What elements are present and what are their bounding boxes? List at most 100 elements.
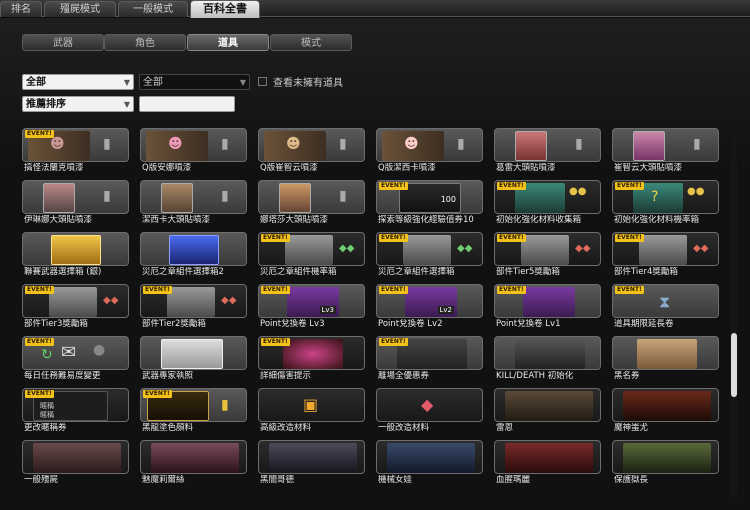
portrait-thumbnail (633, 131, 665, 161)
item-card[interactable]: ▮ EVENT! 黑龍塗色顏料 (140, 388, 247, 435)
item-card[interactable]: 一般殭屍 (22, 440, 129, 487)
blacklist-thumbnail (637, 339, 697, 369)
item-card[interactable]: ▮ 潔西卡大頭貼噴漆 (140, 180, 247, 227)
item-card[interactable]: 暱稱 暱稱 EVENT! 更改暱稱券 (22, 388, 129, 435)
item-card[interactable]: ☻ ▮ Q版潔西卡噴漆 (376, 128, 483, 175)
chevron-down-icon: ▼ (239, 78, 246, 87)
tab-encyclopedia[interactable]: 百科全書 (190, 0, 260, 18)
item-card[interactable]: EVENT! Point兌換卷 Lv1 (494, 284, 601, 331)
item-card[interactable]: 保護獄長 (612, 440, 719, 487)
tab-ranking[interactable]: 排名 (0, 1, 42, 17)
unowned-checkbox[interactable] (258, 76, 267, 86)
item-card[interactable]: 聯賽武器選擇箱 (銀) (22, 232, 129, 279)
metal-box-thumbnail (285, 235, 333, 265)
item-card[interactable]: 魔神蚩尤 (612, 388, 719, 435)
item-card[interactable]: ▮ 崔智云大頭貼噴漆 (612, 128, 719, 175)
tab-normal-mode[interactable]: 一般模式 (118, 1, 188, 17)
item-label: 機械女娃 (378, 475, 413, 485)
item-card[interactable]: ☻ ▮ EVENT! 搞怪法蘭克噴漆 (22, 128, 129, 175)
spray-can-icon: ▮ (575, 136, 583, 152)
item-label: 崔智云大頭貼噴漆 (614, 163, 683, 173)
event-badge: EVENT! (261, 338, 290, 346)
event-badge: EVENT! (25, 338, 54, 346)
item-card[interactable]: 黑名券 (612, 336, 719, 383)
item-label: Point兌換卷 Lv2 (378, 319, 443, 329)
character-icon: ☻ (404, 136, 419, 152)
item-card[interactable]: ▮ 伊琳娜大頭貼噴漆 (22, 180, 129, 227)
item-card[interactable]: ◆◆ EVENT! 部件Tier2獎勵箱 (140, 284, 247, 331)
item-label: 聯賽武器選擇箱 (銀) (24, 267, 102, 277)
item-card[interactable]: 魅魔莉爾絲 (140, 440, 247, 487)
gem-icon: ◆◆ (103, 295, 119, 306)
item-label: 初始化強化材料收集箱 (496, 215, 582, 225)
item-card[interactable]: ◆ 一般改造材料 (376, 388, 483, 435)
spray-can-icon: ▮ (457, 136, 465, 152)
show-unowned-toggle[interactable]: 查看未擁有道具 (258, 74, 343, 89)
item-card[interactable]: ▮ 娜塔莎大頭貼噴漆 (258, 180, 365, 227)
item-card[interactable]: 100 EVENT! 探索等級強化經驗值券10 (376, 180, 483, 227)
item-card[interactable]: ☻ ▮ Q版崔智云噴漆 (258, 128, 365, 175)
item-card[interactable]: ⧗ EVENT! 道具期限延長卷 (612, 284, 719, 331)
event-badge: EVENT! (143, 390, 172, 398)
subcategory-select[interactable]: 全部 ▼ (139, 74, 250, 90)
spray-can-icon: ▮ (693, 136, 701, 152)
zombie-thumbnail (505, 443, 593, 473)
item-card[interactable]: ▣ 高級改造材料 (258, 388, 365, 435)
exp-ticket-thumbnail: 100 (399, 183, 461, 213)
item-card[interactable]: EVENT! 詳細傷害提示 (258, 336, 365, 383)
item-card[interactable]: 機械女娃 (376, 440, 483, 487)
item-card[interactable]: KILL/DEATH 初始化 (494, 336, 601, 383)
item-card[interactable]: ? ●● EVENT! 初始化強化材料機率箱 (612, 180, 719, 227)
gem-icon: ◆◆ (221, 295, 237, 306)
tab-zombie-mode[interactable]: 殭屍模式 (44, 1, 116, 17)
subtab-weapons[interactable]: 武器 (22, 34, 104, 51)
item-label: 部件Tier2獎勵箱 (142, 319, 206, 329)
item-card[interactable]: ▮ 葛雷大頭貼噴漆 (494, 128, 601, 175)
item-card[interactable]: ↻ ✉ ● EVENT! 每日任務難易度變更 (22, 336, 129, 383)
item-card[interactable]: ◆◆ EVENT! 災厄之章組件選擇箱 (376, 232, 483, 279)
scrollbar-thumb[interactable] (731, 333, 737, 397)
item-card[interactable]: ☻ ▮ Q版安娜噴漆 (140, 128, 247, 175)
gold-box-thumbnail (51, 235, 101, 265)
coupon-level: Lv3 (319, 306, 336, 314)
subtab-characters[interactable]: 角色 (104, 34, 186, 51)
question-mark-icon: ? (651, 189, 659, 205)
item-label: Q版潔西卡噴漆 (378, 163, 436, 173)
item-card[interactable]: ◆◆ EVENT! 部件Tier5獎勵箱 (494, 232, 601, 279)
zombie-thumbnail (33, 443, 121, 473)
item-label: 黑名券 (614, 371, 640, 381)
subtab-modes[interactable]: 模式 (270, 34, 352, 51)
subtab-items[interactable]: 道具 (187, 34, 269, 51)
sort-select[interactable]: 推薦排序 ▼ (22, 96, 134, 112)
coin-icon: ●● (569, 186, 587, 197)
metal-box-thumbnail (639, 235, 687, 265)
item-label: 娜塔莎大頭貼噴漆 (260, 215, 329, 225)
event-badge: EVENT! (379, 338, 408, 346)
item-card[interactable]: Lv2 EVENT! Point兌換卷 Lv2 (376, 284, 483, 331)
event-badge: EVENT! (497, 286, 526, 294)
item-card[interactable]: ●● EVENT! 初始化強化材料收集箱 (494, 180, 601, 227)
hourglass-icon: ⧗ (659, 292, 671, 311)
portrait-thumbnail (279, 183, 311, 213)
event-badge: EVENT! (379, 182, 408, 190)
scrollbar-track[interactable] (731, 128, 737, 498)
item-card[interactable]: 黑闇哥德 (258, 440, 365, 487)
chevron-down-icon: ▼ (123, 100, 130, 109)
subcategory-select-value: 全部 (143, 77, 163, 88)
item-card[interactable]: ◆◆ EVENT! 部件Tier4獎勵箱 (612, 232, 719, 279)
event-badge: EVENT! (497, 234, 526, 242)
item-card[interactable]: 雷恩 (494, 388, 601, 435)
portrait-thumbnail (43, 183, 75, 213)
item-card[interactable]: 血腥瑪麗 (494, 440, 601, 487)
metal-box-thumbnail (167, 287, 215, 317)
category-select[interactable]: 全部 ▼ (22, 74, 134, 90)
item-card[interactable]: ◆◆ EVENT! 部件Tier3獎勵箱 (22, 284, 129, 331)
item-card[interactable]: ◆◆ EVENT! 災厄之章組件機率箱 (258, 232, 365, 279)
item-card[interactable]: Lv3 EVENT! Point兌換卷 Lv3 (258, 284, 365, 331)
item-card[interactable]: 武器專家執照 (140, 336, 247, 383)
item-card[interactable]: EVENT! 離場全優惠券 (376, 336, 483, 383)
zombie-thumbnail (151, 443, 239, 473)
search-input[interactable] (139, 96, 235, 112)
item-card[interactable]: 災厄之章組件選擇箱2 (140, 232, 247, 279)
spray-can-icon: ▮ (339, 188, 347, 204)
